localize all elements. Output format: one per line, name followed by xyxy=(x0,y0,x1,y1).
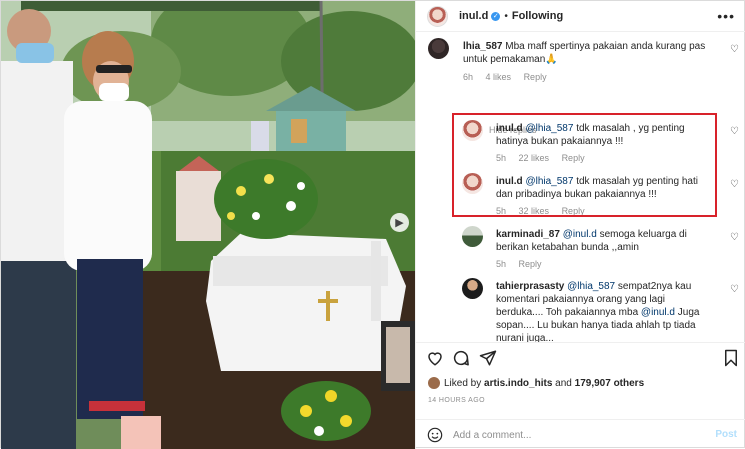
like-comment-heart-icon[interactable]: ♡ xyxy=(730,126,739,137)
liked-by-prefix: Liked by xyxy=(444,377,482,389)
commenter-avatar[interactable] xyxy=(428,38,449,59)
comment-likes[interactable]: 4 likes xyxy=(486,72,512,82)
post-timestamp[interactable]: 14 HOURS AGO xyxy=(428,397,485,404)
next-photo-chevron-right-icon[interactable]: ▶ xyxy=(390,213,409,232)
comment-mention[interactable]: @lhia_587 xyxy=(567,281,615,292)
like-comment-heart-icon[interactable]: ♡ xyxy=(730,232,739,243)
comment-username[interactable]: lhia_587 xyxy=(463,41,502,52)
funeral-photo-illustration xyxy=(1,1,415,449)
share-icon[interactable] xyxy=(479,349,497,367)
like-comment-heart-icon[interactable]: ♡ xyxy=(730,44,739,55)
highlight-box xyxy=(452,113,717,217)
post-actions-bar xyxy=(416,342,745,372)
comment-mention[interactable]: @inul.d xyxy=(563,229,597,240)
emoji-icon[interactable] xyxy=(427,427,443,443)
comment-username[interactable]: tahierprasasty xyxy=(496,281,564,292)
liker-avatar[interactable] xyxy=(428,377,440,389)
profile-avatar[interactable] xyxy=(427,5,448,27)
following-button[interactable]: Following xyxy=(512,10,563,22)
more-options-icon[interactable]: ••• xyxy=(717,8,735,24)
likes-summary: Liked by artis.indo_hits and 179,907 oth… xyxy=(428,377,644,389)
comment-text: lhia_587 Mba maff spertinya pakaian anda… xyxy=(463,40,723,66)
comment-username[interactable]: karminadi_87 xyxy=(496,229,560,240)
liked-by-and: and xyxy=(555,377,572,389)
post-header: inul.d ✓ • Following ••• xyxy=(416,1,745,32)
comment-time[interactable]: 6h xyxy=(463,72,473,82)
instagram-post-window: ▶ inul.d ✓ • Following ••• lhia_587 Mba … xyxy=(0,0,745,449)
like-comment-heart-icon[interactable]: ♡ xyxy=(730,284,739,295)
comment-meta: 6h 4 likes Reply xyxy=(463,72,557,82)
post-photo[interactable]: ▶ xyxy=(1,1,415,449)
post-comment-button[interactable]: Post xyxy=(715,429,737,440)
comment-icon[interactable] xyxy=(452,349,470,367)
header-username[interactable]: inul.d xyxy=(459,10,488,22)
bookmark-icon[interactable] xyxy=(722,349,740,367)
likes-count[interactable]: 179,907 others xyxy=(575,378,645,389)
reply-button[interactable]: Reply xyxy=(524,72,547,82)
verified-badge-icon: ✓ xyxy=(491,11,501,21)
commenter-avatar[interactable] xyxy=(462,278,483,299)
add-comment-bar: Post xyxy=(416,419,745,449)
comment-meta: 5h Reply xyxy=(496,259,552,269)
like-comment-heart-icon[interactable]: ♡ xyxy=(730,179,739,190)
separator-dot: • xyxy=(504,10,508,22)
comment-text: karminadi_87 @inul.d semoga keluarga di … xyxy=(496,228,711,254)
comment-mention[interactable]: @inul.d xyxy=(641,307,675,318)
heart-icon[interactable] xyxy=(426,349,444,367)
liker-username[interactable]: artis.indo_hits xyxy=(484,378,552,389)
reply-button[interactable]: Reply xyxy=(519,259,542,269)
commenter-avatar[interactable] xyxy=(462,226,483,247)
add-comment-input[interactable] xyxy=(453,427,693,443)
post-side-panel: inul.d ✓ • Following ••• lhia_587 Mba ma… xyxy=(415,1,745,449)
comment-text: tahierprasasty @lhia_587 sempat2nya kau … xyxy=(496,280,711,345)
comment-time[interactable]: 5h xyxy=(496,259,506,269)
